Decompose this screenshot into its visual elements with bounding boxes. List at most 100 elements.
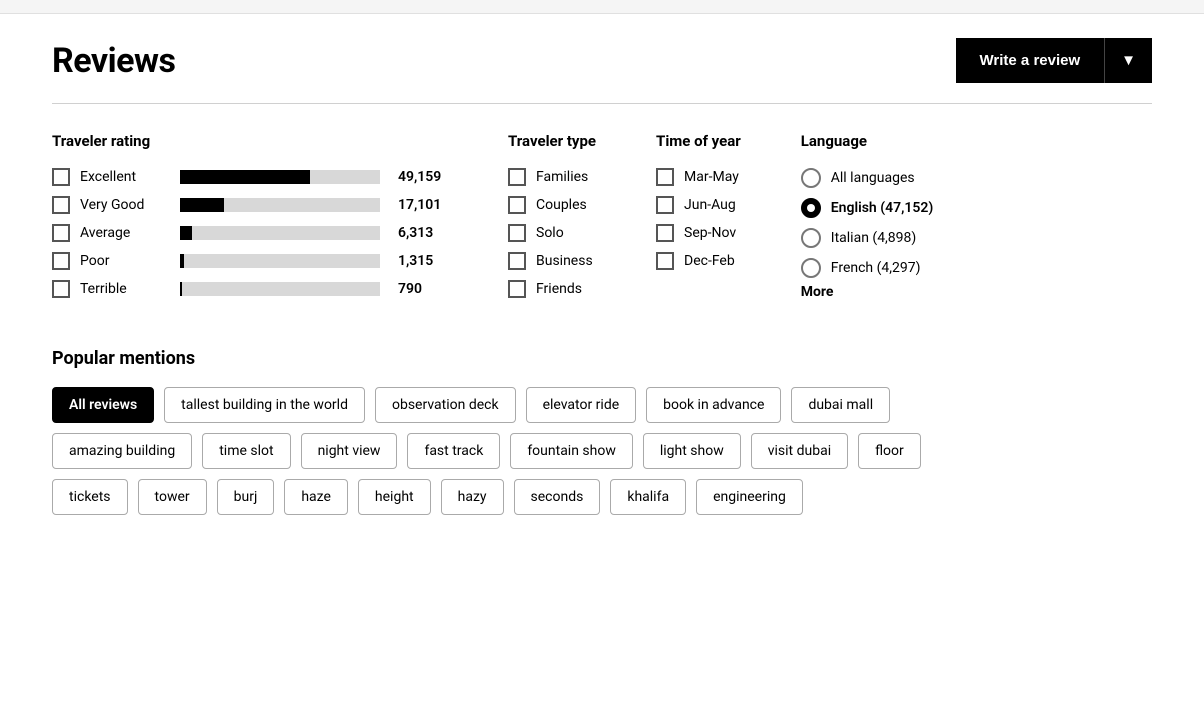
language-radio[interactable] <box>801 258 821 278</box>
tag[interactable]: amazing building <box>52 433 192 469</box>
rating-label: Average <box>80 225 170 241</box>
traveler-type-item: Solo <box>508 224 596 242</box>
rating-item: Very Good 17,101 <box>52 196 448 214</box>
rating-label: Poor <box>80 253 170 269</box>
rating-count: 49,159 <box>398 169 448 185</box>
language-radio[interactable] <box>801 228 821 248</box>
time-of-year-title: Time of year <box>656 132 741 150</box>
time-label: Dec-Feb <box>684 253 735 269</box>
language-radio[interactable] <box>801 168 821 188</box>
reviews-header: Reviews Write a review ▼ <box>52 38 1152 83</box>
time-list: Mar-May Jun-Aug Sep-Nov Dec-Feb <box>656 168 741 270</box>
language-item[interactable]: All languages <box>801 168 934 188</box>
time-checkbox[interactable] <box>656 168 674 186</box>
language-item[interactable]: English (47,152) <box>801 198 934 218</box>
rating-bar-container <box>180 226 380 240</box>
filters-row: Traveler rating Excellent49,159Very Good… <box>52 132 1152 308</box>
tag[interactable]: hazy <box>441 479 504 515</box>
time-item: Mar-May <box>656 168 741 186</box>
rating-item: Excellent 49,159 <box>52 168 448 186</box>
tag[interactable]: fast track <box>407 433 500 469</box>
rating-checkbox[interactable] <box>52 168 70 186</box>
language-title: Language <box>801 132 934 150</box>
time-label: Sep-Nov <box>684 225 736 241</box>
tag[interactable]: seconds <box>514 479 601 515</box>
rating-bar-container <box>180 282 380 296</box>
popular-mentions-section: Popular mentions All reviewstallest buil… <box>52 348 1152 515</box>
traveler-type-item: Couples <box>508 196 596 214</box>
rating-item: Poor1,315 <box>52 252 448 270</box>
tag[interactable]: engineering <box>696 479 803 515</box>
time-label: Mar-May <box>684 169 739 185</box>
tag[interactable]: haze <box>284 479 348 515</box>
tag[interactable]: tower <box>138 479 207 515</box>
traveler-type-checkbox[interactable] <box>508 196 526 214</box>
header-buttons: Write a review ▼ <box>956 38 1152 83</box>
language-section: Language All languages English (47,152) It… <box>801 132 934 308</box>
tag[interactable]: observation deck <box>375 387 516 423</box>
tag[interactable]: height <box>358 479 431 515</box>
rating-checkbox[interactable] <box>52 196 70 214</box>
traveler-type-item: Business <box>508 252 596 270</box>
tag[interactable]: visit dubai <box>751 433 848 469</box>
tags-row: amazing building time slot night viewfast … <box>52 433 1152 469</box>
language-label: French (4,297) <box>831 260 921 276</box>
traveler-rating-section: Traveler rating Excellent49,159Very Good… <box>52 132 448 308</box>
rating-bar-fill <box>180 254 184 268</box>
rating-checkbox[interactable] <box>52 280 70 298</box>
rating-count: 17,101 <box>398 197 448 213</box>
language-radio[interactable] <box>801 198 821 218</box>
language-item[interactable]: French (4,297) <box>801 258 934 278</box>
tags-row: tickets tower burjhaze height hazy secondskha… <box>52 479 1152 515</box>
rating-checkbox[interactable] <box>52 224 70 242</box>
rating-items: Excellent 49,159 Very Good 17,101 Average6,3… <box>52 168 448 298</box>
rating-item: Terrible 790 <box>52 280 448 298</box>
traveler-type-checkbox[interactable] <box>508 224 526 242</box>
tag[interactable]: khalifa <box>610 479 686 515</box>
rating-checkbox[interactable] <box>52 252 70 270</box>
traveler-type-checkbox[interactable] <box>508 168 526 186</box>
time-label: Jun-Aug <box>684 197 736 213</box>
tag[interactable]: light show <box>643 433 741 469</box>
tag[interactable]: tallest building in the world <box>164 387 365 423</box>
time-checkbox[interactable] <box>656 224 674 242</box>
traveler-type-label: Friends <box>536 281 582 297</box>
rating-bar-fill <box>180 226 192 240</box>
rating-label: Terrible <box>80 281 170 297</box>
traveler-type-item: Families <box>508 168 596 186</box>
tag[interactable]: floor <box>858 433 921 469</box>
time-item: Jun-Aug <box>656 196 741 214</box>
tag[interactable]: elevator ride <box>526 387 637 423</box>
traveler-type-label: Solo <box>536 225 564 241</box>
time-checkbox[interactable] <box>656 252 674 270</box>
traveler-type-checkbox[interactable] <box>508 280 526 298</box>
traveler-type-list: Families Couples Solo Business Friends <box>508 168 596 298</box>
traveler-type-label: Couples <box>536 197 587 213</box>
language-item[interactable]: Italian (4,898) <box>801 228 934 248</box>
traveler-type-label: Families <box>536 169 588 185</box>
rating-label: Excellent <box>80 169 170 185</box>
tag[interactable]: fountain show <box>510 433 633 469</box>
more-languages-link[interactable]: More <box>801 284 934 300</box>
traveler-type-checkbox[interactable] <box>508 252 526 270</box>
tag[interactable]: night view <box>301 433 398 469</box>
tag[interactable]: tickets <box>52 479 128 515</box>
rating-bar-fill <box>180 198 224 212</box>
time-checkbox[interactable] <box>656 196 674 214</box>
tag[interactable]: book in advance <box>646 387 781 423</box>
write-review-button[interactable]: Write a review <box>956 38 1105 83</box>
traveler-type-item: Friends <box>508 280 596 298</box>
rating-count: 790 <box>398 281 448 297</box>
tag[interactable]: time slot <box>202 433 290 469</box>
tags-row: All reviews tallest building in the world… <box>52 387 1152 423</box>
tags-container: All reviews tallest building in the world… <box>52 387 1152 515</box>
rating-label: Very Good <box>80 197 170 213</box>
rating-item: Average6,313 <box>52 224 448 242</box>
tag[interactable]: All reviews <box>52 387 154 423</box>
tag[interactable]: burj <box>217 479 275 515</box>
write-review-dropdown-button[interactable]: ▼ <box>1104 38 1152 83</box>
time-of-year-section: Time of year Mar-May Jun-Aug Sep-Nov Dec-Fe… <box>656 132 741 308</box>
tag[interactable]: dubai mall <box>791 387 890 423</box>
rating-bar-container <box>180 170 380 184</box>
language-label: English (47,152) <box>831 200 934 216</box>
